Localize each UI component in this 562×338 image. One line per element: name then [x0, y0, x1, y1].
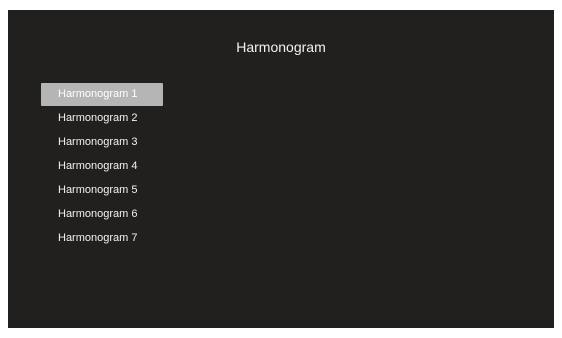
- harmonogram-menu: Harmonogram 1 Harmonogram 2 Harmonogram …: [41, 83, 163, 251]
- menu-item-harmonogram-3[interactable]: Harmonogram 3: [41, 131, 163, 154]
- menu-item-harmonogram-4[interactable]: Harmonogram 4: [41, 155, 163, 178]
- app-window: Harmonogram Harmonogram 1 Harmonogram 2 …: [8, 10, 554, 328]
- menu-item-harmonogram-7[interactable]: Harmonogram 7: [41, 227, 163, 250]
- page-title: Harmonogram: [236, 39, 326, 55]
- menu-item-harmonogram-5[interactable]: Harmonogram 5: [41, 179, 163, 202]
- menu-item-harmonogram-6[interactable]: Harmonogram 6: [41, 203, 163, 226]
- menu-item-harmonogram-1[interactable]: Harmonogram 1: [41, 83, 163, 106]
- menu-item-harmonogram-2[interactable]: Harmonogram 2: [41, 107, 163, 130]
